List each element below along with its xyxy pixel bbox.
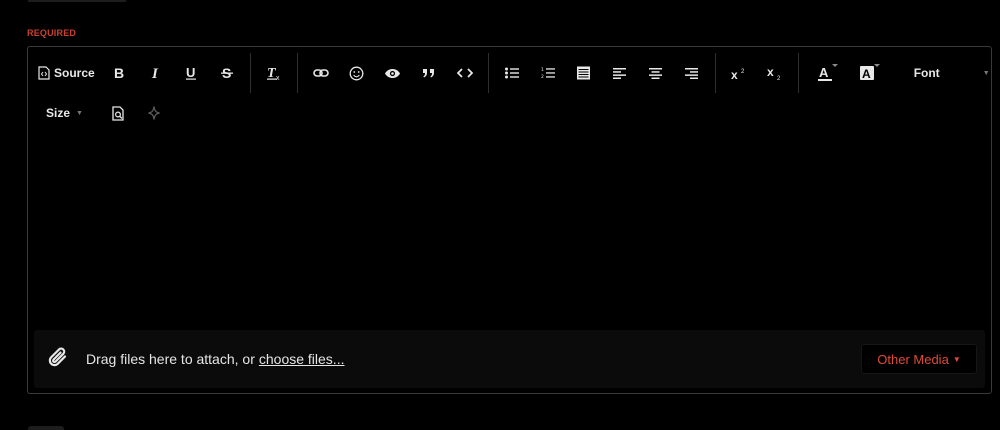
svg-text:I: I (151, 66, 159, 80)
toolbar-row-1: Source B I U S Tx 1 2 x 2 x 2 A A Font ▼ (34, 53, 998, 93)
text-color-button[interactable]: A (804, 59, 846, 87)
bold-icon: B (114, 66, 124, 80)
chevron-down-icon: ▼ (982, 69, 990, 77)
preview-eye-icon (385, 68, 401, 78)
superscript-icon: x2 (731, 68, 745, 80)
italic-button[interactable]: I (137, 59, 173, 87)
other-media-label: Other Media (877, 351, 949, 367)
paperclip-icon (46, 344, 72, 375)
svg-text:x: x (767, 66, 774, 79)
font-dropdown-label: Font (913, 66, 940, 80)
toolbar-row-2: Size ▼ (34, 95, 172, 131)
svg-text:U: U (186, 66, 195, 80)
toolbar-separator (487, 53, 489, 93)
align-right-button[interactable] (674, 59, 710, 87)
svg-text:1: 1 (541, 67, 544, 73)
link-icon (312, 69, 329, 77)
svg-text:x: x (276, 75, 280, 81)
numbered-list-button[interactable]: 12 (530, 59, 566, 87)
emoji-icon (349, 66, 364, 80)
preview-button[interactable] (375, 59, 411, 87)
font-dropdown[interactable]: Font ▼ (898, 59, 998, 87)
choose-files-link[interactable]: choose files... (259, 351, 345, 367)
align-left-button[interactable] (602, 59, 638, 87)
chevron-down-icon: ▼ (952, 354, 961, 364)
clear-formatting-button[interactable]: Tx (256, 59, 292, 87)
sparkle-icon (148, 106, 160, 120)
clear-formatting-icon: Tx (266, 66, 280, 81)
code-button[interactable] (447, 59, 483, 87)
background-color-button[interactable]: A (846, 59, 888, 87)
text-color-icon: A (817, 66, 832, 81)
quote-button[interactable] (411, 59, 447, 87)
strikethrough-icon: S (220, 66, 233, 80)
emoji-button[interactable] (339, 59, 375, 87)
align-center-button[interactable] (638, 59, 674, 87)
subscript-icon: x2 (767, 66, 781, 80)
code-icon (456, 68, 473, 78)
underline-button[interactable]: U (173, 59, 209, 87)
toolbar-separator (296, 53, 298, 93)
draft-preview-button[interactable] (100, 99, 136, 127)
link-button[interactable] (303, 59, 339, 87)
attachment-bar[interactable]: Drag files here to attach, or choose fil… (34, 330, 985, 388)
svg-text:x: x (731, 68, 738, 80)
source-label: Source (54, 66, 95, 80)
draft-preview-icon (111, 105, 124, 121)
toolbar-separator (797, 53, 799, 93)
strikethrough-button[interactable]: S (209, 59, 245, 87)
toolbar-separator (714, 53, 716, 93)
numbered-list-icon: 12 (541, 67, 555, 79)
bold-button[interactable]: B (101, 59, 137, 87)
chevron-down-icon: ▼ (76, 109, 83, 117)
previous-field-edge (28, 0, 126, 2)
attach-instructions: Drag files here to attach, or (86, 351, 255, 367)
superscript-button[interactable]: x2 (721, 59, 757, 87)
other-media-button[interactable]: Other Media ▼ (861, 344, 977, 374)
bullet-list-button[interactable] (494, 59, 530, 87)
svg-text:2: 2 (777, 76, 781, 80)
quote-icon (422, 69, 434, 78)
source-icon (38, 66, 50, 80)
source-button[interactable]: Source (34, 59, 101, 87)
next-field-edge (28, 426, 64, 430)
rich-text-editor: Source B I U S Tx 1 2 x 2 x 2 A A Font ▼… (27, 46, 992, 394)
align-center-icon (649, 67, 663, 79)
align-right-icon (685, 67, 699, 79)
align-justify-icon (577, 66, 591, 80)
editor-toolbar: Source B I U S Tx 1 2 x 2 x 2 A A Font ▼… (34, 53, 990, 137)
align-left-icon (613, 67, 627, 79)
underline-icon: U (185, 66, 196, 80)
svg-text:A: A (819, 66, 829, 80)
subscript-button[interactable]: x2 (757, 59, 793, 87)
toolbar-separator (249, 53, 251, 93)
background-color-icon: A (859, 66, 874, 80)
sparkle-button[interactable] (136, 99, 172, 127)
align-justify-button[interactable] (566, 59, 602, 87)
bullet-list-icon (504, 67, 519, 79)
size-dropdown[interactable]: Size ▼ (34, 99, 100, 127)
svg-text:B: B (114, 66, 124, 80)
svg-text:2: 2 (541, 74, 544, 79)
size-dropdown-label: Size (46, 106, 71, 120)
svg-text:2: 2 (741, 69, 745, 75)
required-label: REQUIRED (27, 28, 77, 38)
italic-icon: I (151, 66, 159, 80)
svg-text:A: A (862, 67, 871, 80)
